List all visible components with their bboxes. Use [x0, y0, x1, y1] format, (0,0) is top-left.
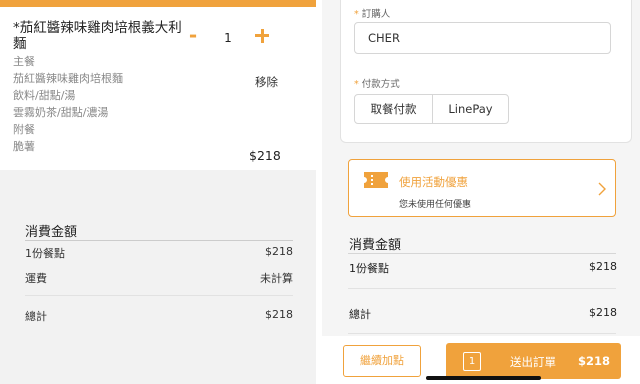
accent-top-bar — [0, 0, 316, 7]
remove-item-button[interactable]: 移除 — [255, 74, 278, 90]
summary-row-label: 1份餐點 — [25, 247, 65, 260]
promotion-title: 使用活動優惠 — [399, 175, 468, 189]
summary-row-value: $218 — [589, 306, 617, 319]
option-group-drink: 飲料/甜點/湯 — [13, 89, 76, 102]
summary-title: 消費金額 — [25, 225, 78, 240]
divider — [25, 240, 293, 241]
right-panel: * 訂購人 CHER * 付款方式 取餐付款 LinePay 使用活動優惠 您未使用… — [322, 0, 640, 384]
cart-item-card: *茄紅醬辣味雞肉培根義大利麵 - 1 主餐 茄紅醬辣味雞肉培根麵 飲料/甜點/湯… — [0, 7, 316, 170]
summary-row-label: 運費 — [25, 272, 47, 285]
summary-row-value: $218 — [589, 260, 617, 273]
item-count-badge: 1 — [463, 352, 481, 371]
promotion-selector[interactable]: 使用活動優惠 您未使用任何優惠 — [348, 159, 616, 217]
ticket-icon — [364, 172, 388, 188]
required-mark: * — [354, 9, 359, 20]
buyer-label-text: 訂購人 — [361, 9, 391, 20]
divider — [348, 253, 616, 254]
summary-row-label: 總計 — [25, 310, 47, 323]
increase-quantity-button[interactable] — [252, 26, 272, 46]
option-value-drink: 雲霧奶茶/甜點/濃湯 — [13, 106, 109, 119]
divider — [348, 288, 616, 289]
summary-row-label: 總計 — [349, 308, 371, 321]
quantity-value: 1 — [224, 31, 232, 45]
item-price: $218 — [249, 148, 281, 163]
promotion-subtitle: 您未使用任何優惠 — [399, 200, 472, 210]
home-indicator — [426, 376, 541, 380]
summary-row-items: 1份餐點 $218 — [25, 245, 293, 261]
payment-option-pay-at-pickup[interactable]: 取餐付款 — [354, 94, 433, 124]
required-mark: * — [354, 79, 359, 90]
summary-row-total: 總計 $218 — [25, 308, 293, 324]
decrease-quantity-button[interactable]: - — [185, 25, 201, 45]
option-value-side: 脆薯 — [13, 140, 35, 153]
summary-row-items: 1份餐點 $218 — [349, 260, 617, 276]
divider — [25, 295, 293, 296]
continue-ordering-button[interactable]: 繼續加點 — [343, 345, 421, 377]
summary-row-label: 1份餐點 — [349, 262, 389, 275]
payment-option-linepay[interactable]: LinePay — [432, 94, 509, 124]
option-group-side: 附餐 — [13, 123, 35, 136]
payment-label-text: 付款方式 — [361, 79, 400, 90]
payment-label: * 付款方式 — [354, 76, 400, 90]
buyer-name-input[interactable]: CHER — [354, 22, 611, 54]
summary-title: 消費金額 — [349, 238, 402, 253]
divider — [348, 333, 616, 334]
order-form-card: * 訂購人 CHER * 付款方式 取餐付款 LinePay — [340, 0, 632, 143]
submit-order-label: 送出訂單 — [510, 355, 556, 369]
summary-row-delivery: 運費 未計算 — [25, 270, 293, 286]
item-name: *茄紅醬辣味雞肉培根義大利麵 — [13, 20, 182, 52]
buyer-label: * 訂購人 — [354, 6, 390, 20]
summary-row-value: 未計算 — [260, 272, 293, 285]
submit-order-button[interactable]: 1 送出訂單 $218 — [446, 343, 621, 379]
option-value-main: 茄紅醬辣味雞肉培根麵 — [13, 72, 123, 85]
option-group-main: 主餐 — [13, 55, 35, 68]
summary-row-value: $218 — [265, 308, 293, 321]
summary-row-total: 總計 $218 — [349, 306, 617, 322]
order-total: $218 — [578, 354, 611, 368]
summary-row-value: $218 — [265, 245, 293, 258]
left-panel: *茄紅醬辣味雞肉培根義大利麵 - 1 主餐 茄紅醬辣味雞肉培根麵 飲料/甜點/湯… — [0, 0, 316, 384]
chevron-right-icon — [598, 182, 606, 196]
bottom-action-bar: 繼續加點 1 送出訂單 $218 — [322, 336, 640, 384]
